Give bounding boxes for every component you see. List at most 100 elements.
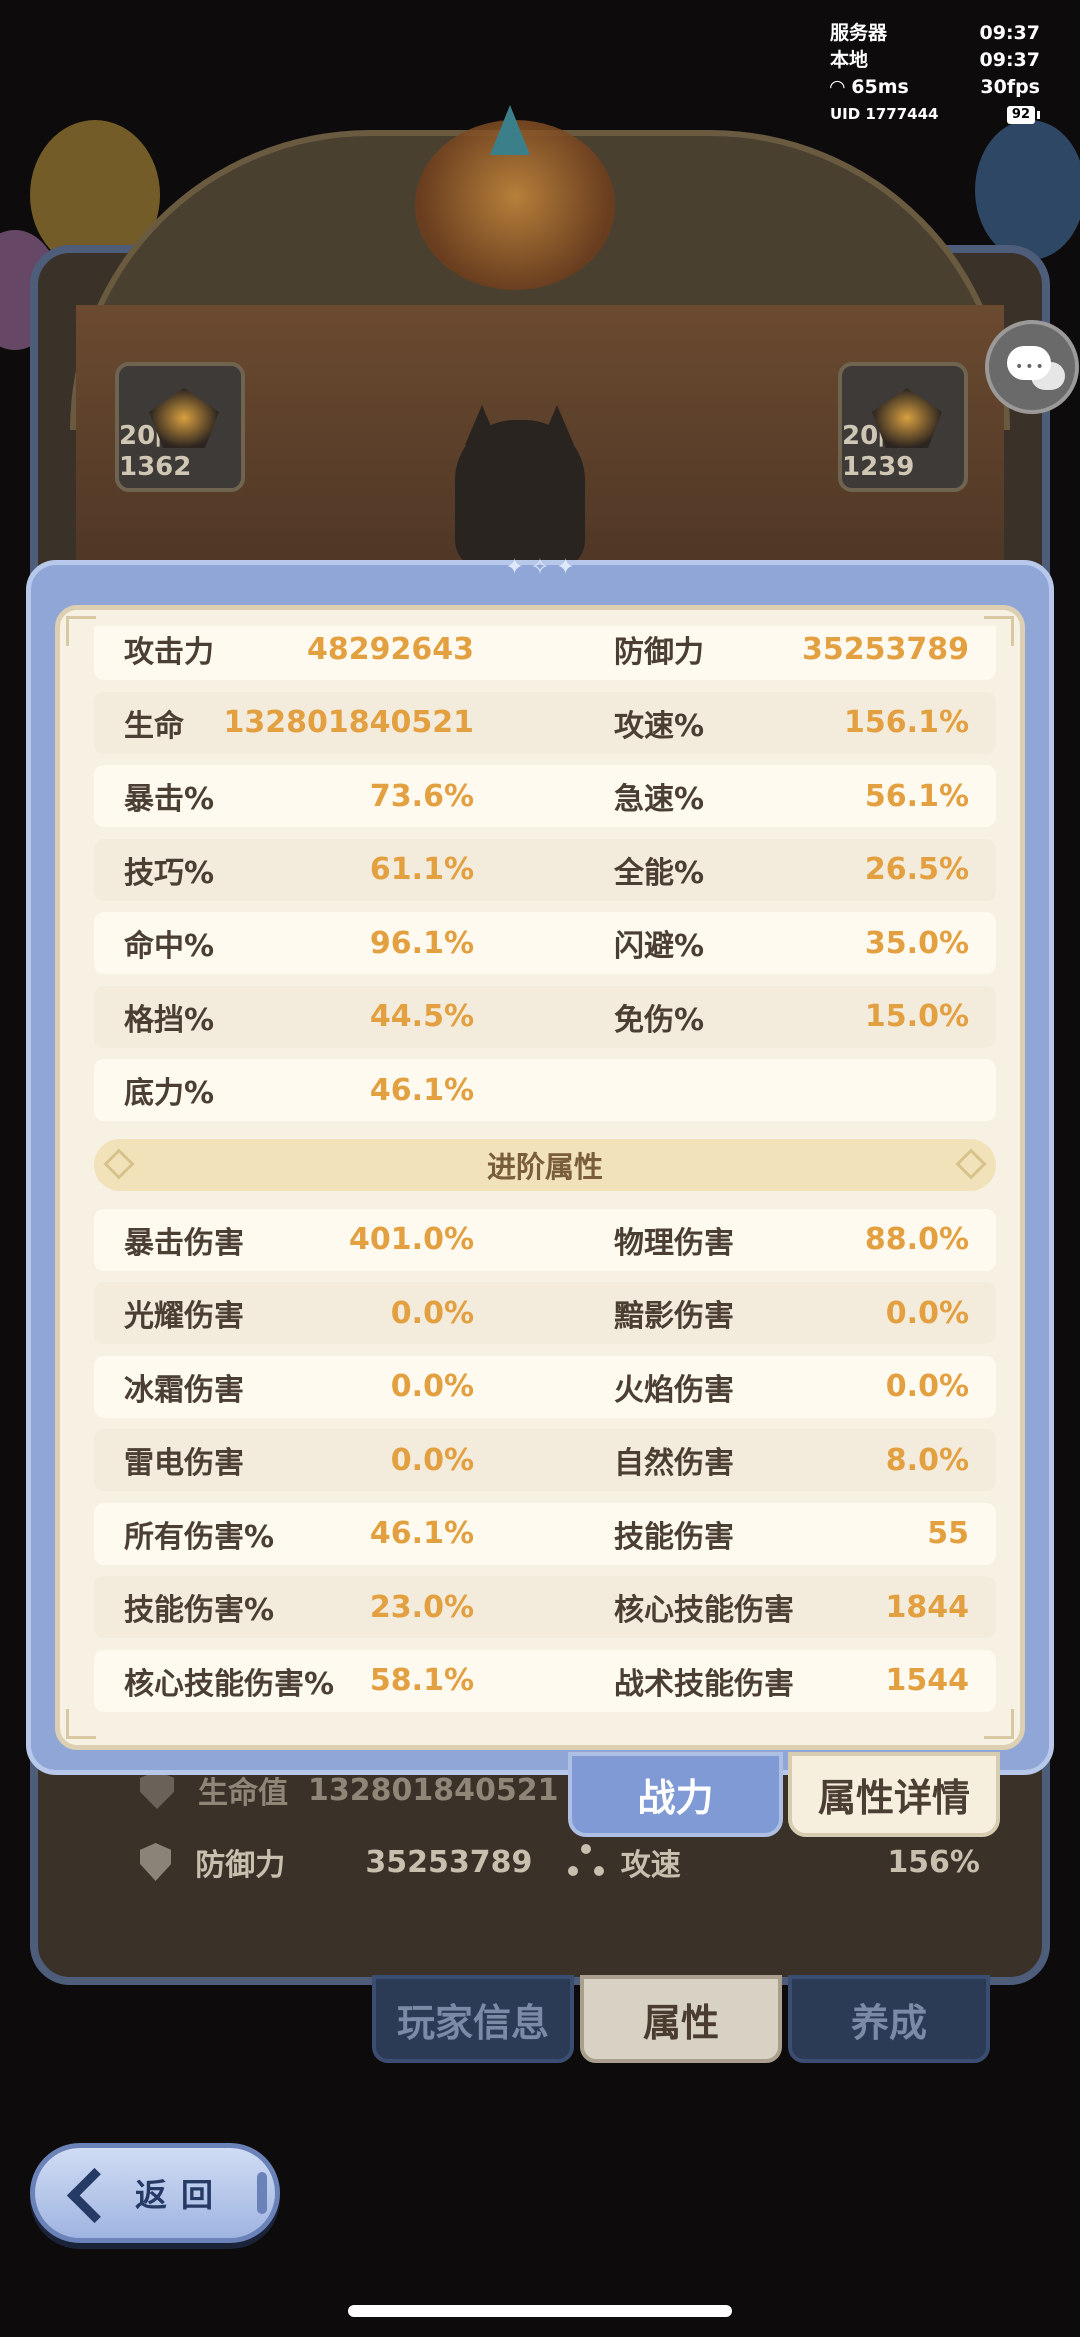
stat-value: 132801840521 — [223, 705, 475, 740]
stat-label: 所有伤害% — [124, 1519, 275, 1555]
stat-value: 0.0% — [885, 1369, 969, 1404]
stat-value: 26.5% — [864, 852, 969, 887]
stat-row: 命中% 96.1% 闪避% 35.0% — [94, 912, 996, 974]
stat-row: 所有伤害% 46.1% 技能伤害 55 — [94, 1502, 996, 1565]
attribute-panel: 攻击力 48292643 防御力 35253789 生命 132801840521 攻速% 1… — [26, 560, 1054, 1775]
stat-value: 401.0% — [349, 1222, 474, 1257]
heart-icon — [140, 1771, 174, 1809]
summary-spd-value: 156% — [887, 1844, 980, 1880]
stat-value: 73.6% — [369, 778, 474, 814]
stat-label: 技能伤害% — [124, 1593, 275, 1628]
stat-row: 冰霜伤害 0.0% 火焰伤害 0.0% — [94, 1355, 996, 1418]
stat-value: 58.1% — [369, 1663, 474, 1698]
stat-label: 光耀伤害 — [124, 1299, 244, 1334]
summary-spd-label: 攻速 — [620, 1848, 681, 1883]
stat-row: 底力% 46.1% — [94, 1059, 996, 1121]
stat-value: 61.1% — [369, 852, 474, 887]
button-end-cap — [257, 2172, 267, 2214]
tab-label: 属性 — [642, 2000, 719, 2045]
stat-value: 44.5% — [369, 999, 474, 1034]
stat-label: 防御力 — [614, 635, 704, 670]
stat-label: 命中% — [124, 929, 215, 964]
stat-value: 46.1% — [369, 1516, 474, 1551]
ping-value: 65ms — [851, 76, 909, 98]
stat-label: 冰霜伤害 — [124, 1372, 244, 1408]
attribute-panel-body: 攻击力 48292643 防御力 35253789 生命 132801840521 攻速% 1… — [55, 605, 1025, 1750]
stat-value: 48292643 — [307, 631, 474, 667]
stat-label: 暴击% — [124, 782, 215, 817]
ellipsis-icon: ••• — [1015, 359, 1046, 375]
battery-level: 92 — [1006, 105, 1035, 124]
stat-label: 闪避% — [614, 929, 705, 964]
attribute-list[interactable]: 攻击力 48292643 防御力 35253789 生命 132801840521 攻速% 1… — [94, 626, 996, 1716]
stat-value: 56.1% — [864, 778, 969, 814]
stat-label: 格挡% — [124, 1002, 215, 1038]
tab-develop[interactable]: 养成 — [788, 1975, 990, 2063]
stat-label: 攻速% — [614, 708, 705, 744]
stat-value: 0.0% — [885, 1295, 969, 1331]
stat-label: 物理伤害 — [614, 1225, 734, 1261]
stat-row: 核心技能伤害% 58.1% 战术技能伤害 1544 — [94, 1649, 996, 1712]
back-label: 返回 — [135, 2176, 228, 2214]
stat-label: 火焰伤害 — [614, 1372, 734, 1408]
server-label: 服务器 — [830, 22, 888, 44]
home-indicator[interactable] — [348, 2305, 732, 2317]
tab-player-info[interactable]: 玩家信息 — [372, 1975, 574, 2063]
stat-value: 0.0% — [390, 1295, 474, 1331]
stat-value: 1544 — [885, 1663, 970, 1698]
sparkle-decoration-icon: ✦ ✧ ✦ — [505, 555, 575, 580]
tab-attribute-details[interactable]: 属性详情 — [788, 1752, 1000, 1837]
stat-label: 急速% — [614, 782, 705, 817]
gear-gem-icon — [872, 388, 942, 448]
stat-value: 8.0% — [885, 1442, 969, 1478]
chat-button[interactable]: ••• — [985, 320, 1079, 414]
back-button[interactable]: 返回 — [30, 2143, 280, 2243]
stat-row: 格挡% 44.5% 免伤% 15.0% — [94, 985, 996, 1048]
back-arrow-icon — [65, 2168, 115, 2218]
stat-value: 55 — [927, 1516, 969, 1551]
stat-label: 雷电伤害 — [124, 1446, 244, 1481]
stat-label: 技巧% — [124, 855, 215, 891]
stat-row: 攻击力 48292643 防御力 35253789 — [94, 626, 996, 680]
stat-value: 96.1% — [369, 925, 474, 961]
summary-def-label: 防御力 — [195, 1848, 286, 1883]
stat-label: 攻击力 — [124, 635, 214, 670]
tab-label: 养成 — [850, 2000, 927, 2045]
tab-label: 玩家信息 — [396, 2000, 549, 2045]
tab-power[interactable]: 战力 — [568, 1752, 783, 1837]
tab-label: 属性详情 — [817, 1776, 970, 1820]
summary-hp-value: 132801840521 — [308, 1772, 559, 1808]
stat-label: 全能% — [614, 855, 705, 891]
status-overlay: 服务器 09:37 本地 09:37 ◠ 65ms 30fps UID 1777444… — [830, 20, 1040, 128]
stat-label: 暴击伤害 — [124, 1225, 244, 1261]
gear-gem-icon — [149, 388, 219, 448]
equipment-slot-left[interactable]: 20阶1362 — [115, 362, 245, 492]
shield-icon — [140, 1843, 172, 1881]
wifi-icon: ◠ — [830, 76, 845, 98]
stat-row: 雷电伤害 0.0% 自然伤害 8.0% — [94, 1429, 996, 1491]
uid-label: UID 1777444 — [830, 105, 939, 123]
equipment-slot-right[interactable]: 20阶1239 — [838, 362, 968, 492]
stat-row: 暴击% 73.6% 急速% 56.1% — [94, 765, 996, 827]
fps-value: 30fps — [980, 76, 1040, 98]
stat-value: 46.1% — [369, 1072, 474, 1108]
corner-decoration — [66, 616, 96, 646]
stat-value — [754, 1059, 969, 1121]
stat-value: 156.1% — [844, 705, 969, 740]
tab-label: 战力 — [637, 1776, 714, 1820]
stat-label: 底力% — [124, 1076, 215, 1111]
advanced-section-header: 进阶属性 — [94, 1138, 996, 1191]
stat-label: 免伤% — [614, 1002, 705, 1038]
balloon-decoration — [975, 120, 1080, 260]
server-time: 09:37 — [979, 22, 1040, 44]
stat-value: 35.0% — [864, 925, 969, 961]
battery-icon: 92 — [1006, 105, 1040, 124]
diamond-icon — [103, 1147, 135, 1180]
summary-def-value: 35253789 — [365, 1844, 533, 1880]
local-time: 09:37 — [979, 49, 1040, 71]
diamond-icon — [955, 1147, 987, 1180]
tab-attributes[interactable]: 属性 — [580, 1975, 782, 2063]
stat-label: 技能伤害 — [614, 1519, 734, 1555]
stat-value: 15.0% — [864, 999, 969, 1034]
stat-value: 0.0% — [390, 1369, 474, 1404]
